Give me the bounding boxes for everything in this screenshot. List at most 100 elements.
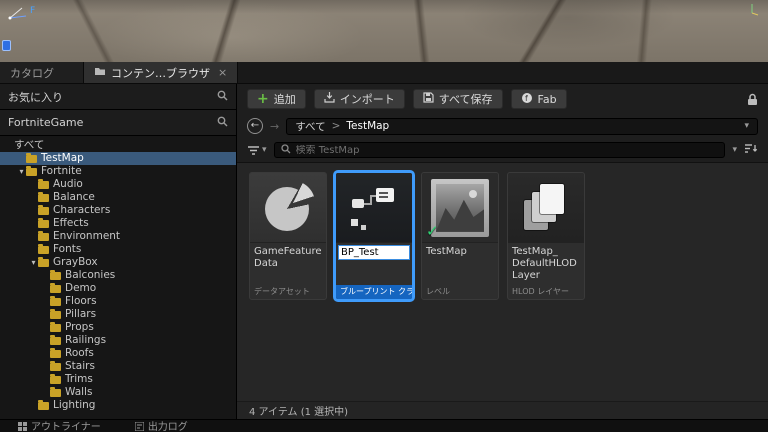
folder-icon bbox=[50, 334, 61, 345]
item-count-text: 4 アイテム (1 選択中) bbox=[249, 407, 349, 418]
folder-icon bbox=[50, 347, 61, 358]
folder-icon bbox=[38, 399, 49, 410]
tree-item-label: Fortnite bbox=[41, 165, 82, 177]
import-button[interactable]: インポート bbox=[313, 89, 405, 109]
tree-item-label: Floors bbox=[65, 295, 97, 307]
folder-icon bbox=[38, 191, 49, 202]
tree-item-TestMap[interactable]: TestMap bbox=[0, 152, 236, 165]
folder-tree: すべて TestMap ▾ Fortnite Audio Balance Character… bbox=[0, 136, 236, 419]
filter-funnel-icon[interactable]: ▾ bbox=[247, 145, 267, 156]
close-tab-icon[interactable]: × bbox=[218, 66, 227, 79]
caret-down-icon[interactable]: ▾ bbox=[17, 165, 26, 178]
folder-icon bbox=[50, 360, 61, 371]
import-button-label: インポート bbox=[339, 93, 395, 106]
search-input[interactable] bbox=[295, 144, 719, 156]
tree-item-Stairs[interactable]: Stairs bbox=[0, 360, 236, 373]
search-box[interactable] bbox=[273, 142, 726, 158]
asset-tile[interactable]: ✓ TestMap レベル bbox=[421, 172, 499, 300]
folder-icon bbox=[38, 217, 49, 228]
bottom-tab-outliner[interactable]: アウトライナー bbox=[18, 420, 101, 432]
tab-content-browser-label: コンテン…ブラウザ bbox=[111, 66, 210, 80]
fab-button[interactable]: f Fab bbox=[510, 89, 567, 109]
asset-tile[interactable]: ブループリント クラス bbox=[335, 172, 413, 300]
tab-catalog[interactable]: カタログ bbox=[0, 62, 84, 83]
asset-type-label: データアセット bbox=[254, 287, 310, 296]
lock-icon[interactable] bbox=[747, 93, 758, 106]
project-source-header[interactable]: FortniteGame bbox=[0, 110, 236, 136]
tree-item-Railings[interactable]: Railings bbox=[0, 334, 236, 347]
tree-item-Fonts[interactable]: Fonts bbox=[0, 243, 236, 256]
asset-tile[interactable]: TestMap_ DefaultHLOD Layer HLOD レイヤー bbox=[507, 172, 585, 300]
content-toolbar: + 追加 インポート すべて保存 f Fab bbox=[237, 84, 768, 114]
back-button[interactable]: ← bbox=[247, 118, 263, 134]
tree-item-Effects[interactable]: Effects bbox=[0, 217, 236, 230]
folder-icon bbox=[50, 269, 61, 280]
folder-icon bbox=[38, 243, 49, 254]
level-thumbnail-icon bbox=[431, 178, 489, 237]
pie-thumbnail bbox=[250, 173, 326, 243]
tree-item-Characters[interactable]: Characters bbox=[0, 204, 236, 217]
asset-type-label: HLOD レイヤー bbox=[512, 287, 569, 296]
asset-name: TestMap bbox=[426, 246, 467, 257]
gizmo-label: F bbox=[30, 6, 35, 16]
breadcrumb[interactable]: すべて > TestMap ▾ bbox=[286, 117, 758, 135]
project-label: FortniteGame bbox=[8, 116, 84, 129]
asset-tile[interactable]: GameFeature Data データアセット bbox=[249, 172, 327, 300]
folder-icon bbox=[26, 152, 37, 163]
tree-item-Environment[interactable]: Environment bbox=[0, 230, 236, 243]
bottom-dock-bar: アウトライナー 出力ログ bbox=[0, 419, 768, 432]
output-log-icon bbox=[134, 422, 144, 431]
bottom-tab-output-log[interactable]: 出力ログ bbox=[134, 420, 188, 432]
tree-item-Lighting[interactable]: Lighting bbox=[0, 399, 236, 412]
tree-item-label: GrayBox bbox=[53, 256, 98, 268]
tree-item-label: Trims bbox=[65, 373, 93, 385]
viewport-actor-marker[interactable] bbox=[2, 40, 11, 51]
tree-item-label: Characters bbox=[53, 204, 111, 216]
search-options-chevron-icon[interactable]: ▾ bbox=[732, 145, 737, 155]
caret-down-icon[interactable]: ▾ bbox=[29, 256, 38, 269]
folder-icon bbox=[50, 282, 61, 293]
tree-item-GrayBox[interactable]: ▾ GrayBox bbox=[0, 256, 236, 269]
tree-item-すべて[interactable]: すべて bbox=[0, 139, 236, 152]
search-icon[interactable] bbox=[217, 116, 228, 130]
tab-catalog-label: カタログ bbox=[10, 66, 54, 80]
tree-item-Fortnite[interactable]: ▾ Fortnite bbox=[0, 165, 236, 178]
tree-item-Floors[interactable]: Floors bbox=[0, 295, 236, 308]
status-bar: 4 アイテム (1 選択中) bbox=[237, 401, 768, 419]
tree-item-Balconies[interactable]: Balconies bbox=[0, 269, 236, 282]
tree-item-label: Lighting bbox=[53, 399, 96, 411]
tree-item-Props[interactable]: Props bbox=[0, 321, 236, 334]
tree-item-Demo[interactable]: Demo bbox=[0, 282, 236, 295]
add-button[interactable]: + 追加 bbox=[247, 89, 306, 109]
tree-item-label: Environment bbox=[53, 230, 121, 242]
rename-input[interactable] bbox=[338, 245, 410, 260]
save-icon bbox=[423, 92, 434, 106]
save-all-button[interactable]: すべて保存 bbox=[412, 89, 503, 109]
viewport-3d[interactable]: F bbox=[0, 0, 768, 62]
tab-content-browser[interactable]: コンテン…ブラウザ × bbox=[84, 62, 239, 83]
favorites-header[interactable]: お気に入り bbox=[0, 84, 236, 110]
bottom-tab-label: アウトライナー bbox=[31, 422, 101, 432]
blueprint-thumbnail bbox=[336, 173, 412, 243]
tree-item-label: Roofs bbox=[65, 347, 94, 359]
tree-item-Balance[interactable]: Balance bbox=[0, 191, 236, 204]
tile-spacer bbox=[336, 262, 412, 285]
tree-item-Walls[interactable]: Walls bbox=[0, 386, 236, 399]
tree-item-Pillars[interactable]: Pillars bbox=[0, 308, 236, 321]
forward-button[interactable]: → bbox=[270, 120, 279, 133]
tree-item-Trims[interactable]: Trims bbox=[0, 373, 236, 386]
view-settings-icon[interactable] bbox=[744, 143, 758, 157]
axis-gizmo: F bbox=[6, 0, 46, 25]
breadcrumb-current[interactable]: TestMap bbox=[346, 120, 389, 132]
asset-type-label: レベル bbox=[426, 287, 450, 296]
tree-item-Roofs[interactable]: Roofs bbox=[0, 347, 236, 360]
folder-icon bbox=[26, 165, 37, 176]
breadcrumb-chevron-down-icon[interactable]: ▾ bbox=[744, 121, 749, 131]
breadcrumb-root[interactable]: すべて bbox=[295, 119, 325, 134]
folder-icon bbox=[50, 308, 61, 319]
folder-icon bbox=[50, 295, 61, 306]
tree-item-Audio[interactable]: Audio bbox=[0, 178, 236, 191]
asset-name: TestMap_ DefaultHLOD Layer bbox=[512, 246, 577, 281]
folder-icon bbox=[38, 204, 49, 215]
search-icon[interactable] bbox=[217, 90, 228, 104]
